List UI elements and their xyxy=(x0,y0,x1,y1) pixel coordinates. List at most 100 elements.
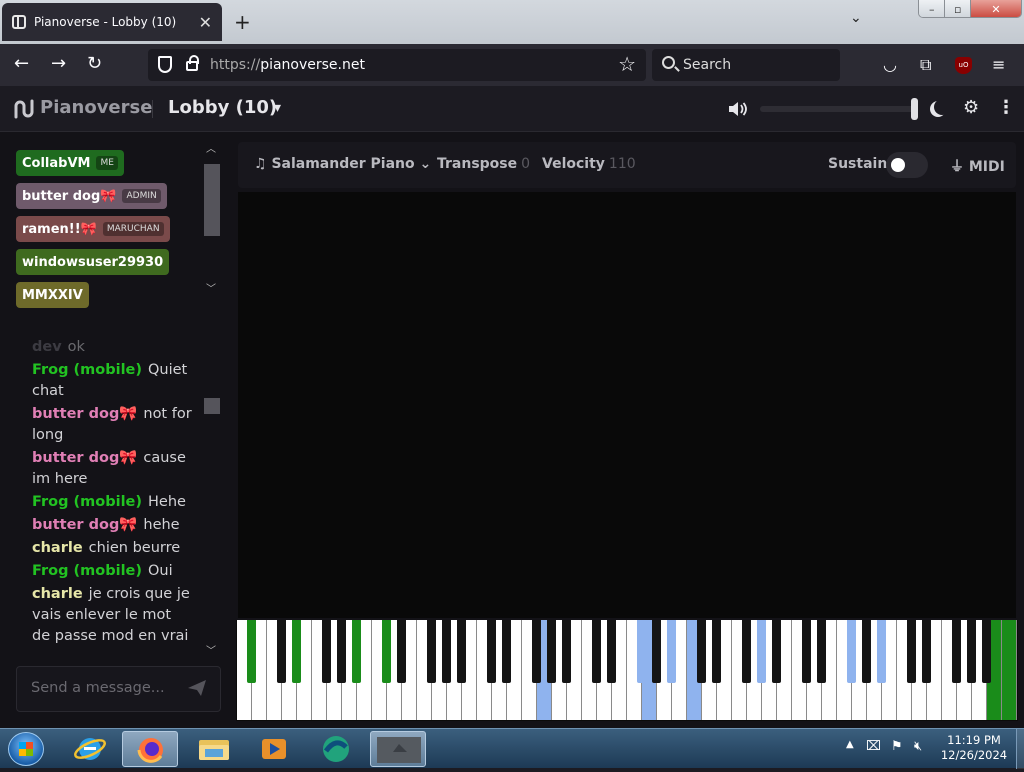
user-badge[interactable]: windowsuser29930 xyxy=(16,249,170,275)
piano-black-key[interactable] xyxy=(742,620,752,683)
chat-scrollbar-thumb[interactable] xyxy=(204,398,220,414)
show-hidden-icons-arrow-icon[interactable]: ▲ xyxy=(846,739,854,750)
ublock-origin-icon[interactable]: uO xyxy=(955,57,972,74)
piano-black-key[interactable] xyxy=(802,620,812,683)
piano-black-key[interactable] xyxy=(817,620,827,683)
piano-black-key[interactable] xyxy=(562,620,572,683)
show-desktop-button[interactable] xyxy=(1016,729,1024,769)
transpose-control[interactable]: Transpose 0 xyxy=(437,156,530,172)
piano-black-key[interactable] xyxy=(757,620,767,683)
volume-icon[interactable] xyxy=(727,100,749,118)
close-tab-icon[interactable]: ✕ xyxy=(199,13,212,32)
media-player-icon[interactable] xyxy=(246,731,302,767)
velocity-control[interactable]: Velocity 110 xyxy=(542,156,636,172)
sustain-toggle[interactable] xyxy=(886,152,928,178)
dark-mode-moon-icon[interactable] xyxy=(934,99,950,115)
user-badge[interactable]: CollabVM ME xyxy=(16,150,124,176)
chat-author: butter dog🎀 xyxy=(32,517,138,533)
start-button[interactable] xyxy=(8,732,44,766)
tracking-shield-icon[interactable] xyxy=(158,56,172,73)
maximize-icon[interactable]: ▫ xyxy=(945,0,971,17)
window-thumbnail-app-icon[interactable] xyxy=(370,731,426,767)
url-text[interactable]: https://pianoverse.net xyxy=(210,57,365,73)
piano-black-key[interactable] xyxy=(847,620,857,683)
piano-black-key[interactable] xyxy=(667,620,677,683)
piano-black-key[interactable] xyxy=(907,620,917,683)
user-badge[interactable]: butter dog🎀 ADMIN xyxy=(16,183,167,209)
piano-black-key[interactable] xyxy=(547,620,557,683)
instrument-select[interactable]: ♫ Salamander Piano ⌄ xyxy=(254,156,431,172)
settings-gear-icon[interactable]: ⚙ xyxy=(963,97,979,118)
volume-muted-icon[interactable]: 🔇︎ xyxy=(914,739,922,754)
piano-black-key[interactable] xyxy=(292,620,302,683)
piano-black-key[interactable] xyxy=(502,620,512,683)
pocket-icon[interactable]: ◡ xyxy=(883,55,897,74)
reload-icon[interactable]: ↻ xyxy=(87,53,102,74)
piano-black-key[interactable] xyxy=(712,620,722,683)
hamburger-menu-icon[interactable]: ≡ xyxy=(992,55,1005,74)
piano-black-key[interactable] xyxy=(697,620,707,683)
piano-black-key[interactable] xyxy=(592,620,602,683)
piano-black-key[interactable] xyxy=(397,620,407,683)
scroll-down-icon[interactable]: ﹀ xyxy=(206,280,216,295)
piano-black-key[interactable] xyxy=(337,620,347,683)
piano-black-key[interactable] xyxy=(457,620,467,683)
chat-message-input[interactable] xyxy=(31,680,181,696)
piano-black-key[interactable] xyxy=(922,620,932,683)
close-window-icon[interactable]: ✕ xyxy=(971,0,1021,17)
scroll-up-icon[interactable]: ︿ xyxy=(206,140,216,155)
piano-black-key[interactable] xyxy=(277,620,287,683)
volume-slider-track[interactable] xyxy=(760,106,918,112)
collabvm-app-icon[interactable] xyxy=(308,731,364,767)
piano-black-key[interactable] xyxy=(772,620,782,683)
forward-arrow-icon[interactable]: → xyxy=(51,53,66,74)
new-tab-icon[interactable]: + xyxy=(234,10,251,34)
send-icon[interactable] xyxy=(187,679,207,697)
volume-slider-thumb[interactable] xyxy=(911,98,918,120)
piano-black-key[interactable] xyxy=(607,620,617,683)
piano-black-key[interactable] xyxy=(877,620,887,683)
back-arrow-icon[interactable]: ← xyxy=(14,53,29,74)
piano-black-key[interactable] xyxy=(352,620,362,683)
search-box[interactable]: Search xyxy=(652,49,840,81)
firefox-icon[interactable] xyxy=(122,731,178,767)
internet-explorer-icon[interactable] xyxy=(62,731,118,767)
piano-black-key[interactable] xyxy=(532,620,542,683)
file-explorer-icon[interactable] xyxy=(186,731,242,767)
piano-black-key[interactable] xyxy=(982,620,992,683)
piano-white-key[interactable] xyxy=(1002,620,1017,720)
user-name: butter dog🎀 xyxy=(22,188,117,204)
network-icon[interactable]: ⌧ xyxy=(866,739,881,754)
piano-black-key[interactable] xyxy=(967,620,977,683)
url-bar[interactable]: https://pianoverse.net ☆ xyxy=(148,49,646,81)
piano-black-key[interactable] xyxy=(442,620,452,683)
lock-icon[interactable] xyxy=(186,55,199,71)
user-badge[interactable]: ramen!!🎀 MARUCHAN xyxy=(16,216,170,242)
system-clock[interactable]: 11:19 PM 12/26/2024 xyxy=(938,733,1010,763)
chat-scroll-down-icon[interactable]: ﹀ xyxy=(206,642,216,657)
piano-black-key[interactable] xyxy=(427,620,437,683)
action-center-flag-icon[interactable]: ⚑ xyxy=(891,739,903,754)
piano-black-key[interactable] xyxy=(247,620,257,683)
chat-author: charle xyxy=(32,586,83,602)
chat-author: Frog (mobile) xyxy=(32,362,142,378)
more-options-icon[interactable]: ⋮ xyxy=(997,97,1015,118)
midi-button[interactable]: ⏚ MIDI xyxy=(950,156,1005,176)
piano-black-key[interactable] xyxy=(487,620,497,683)
scrollbar-thumb[interactable] xyxy=(204,164,220,236)
piano-black-key[interactable] xyxy=(322,620,332,683)
piano-black-key[interactable] xyxy=(382,620,392,683)
user-list-scrollbar[interactable]: ︿ ﹀ xyxy=(202,140,222,300)
room-chevron-down-icon[interactable]: ▾ xyxy=(274,100,281,116)
bookmark-star-icon[interactable]: ☆ xyxy=(618,52,636,76)
extensions-icon[interactable]: ⧉ xyxy=(920,55,931,75)
list-tabs-chevron-icon[interactable]: ⌄ xyxy=(850,10,862,26)
piano-black-key[interactable] xyxy=(862,620,872,683)
minimize-icon[interactable]: – xyxy=(919,0,946,17)
room-title[interactable]: Lobby (10) xyxy=(168,97,277,118)
piano-black-key[interactable] xyxy=(637,620,647,683)
piano-black-key[interactable] xyxy=(652,620,662,683)
user-badge[interactable]: MMXXIV xyxy=(16,282,89,308)
browser-tab[interactable]: Pianoverse - Lobby (10) ✕ xyxy=(2,3,222,41)
piano-black-key[interactable] xyxy=(952,620,962,683)
